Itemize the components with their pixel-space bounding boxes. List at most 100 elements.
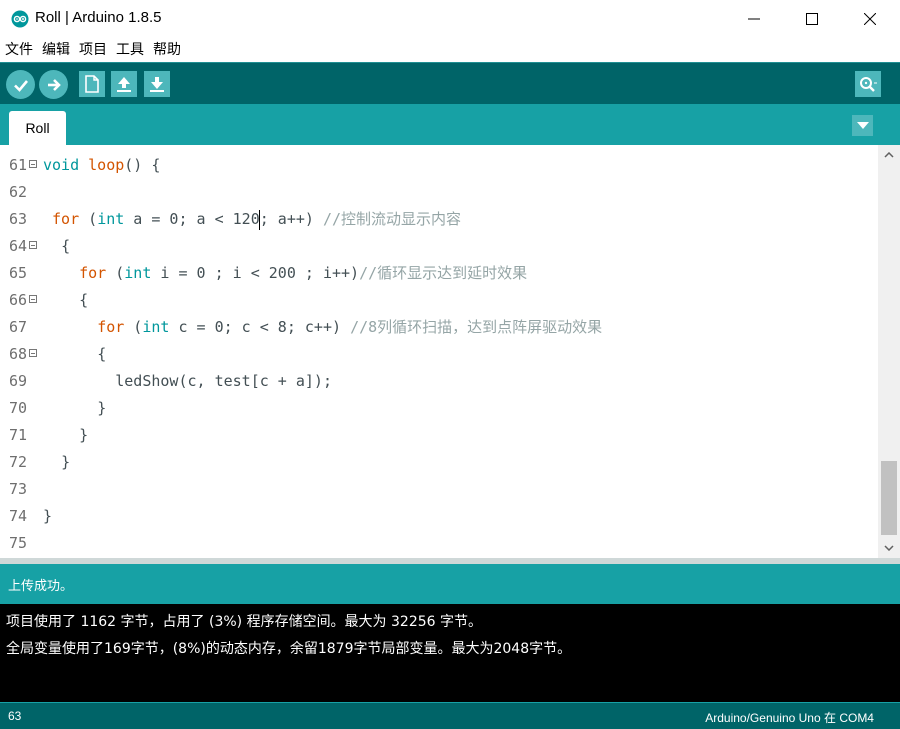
line-number: 61 (9, 156, 28, 174)
new-sketch-button[interactable] (79, 71, 105, 97)
scroll-down-button[interactable] (878, 538, 900, 558)
chevron-down-icon (856, 121, 869, 129)
type-token: int (142, 318, 170, 336)
minimize-button[interactable] (725, 0, 783, 38)
line-number: 62 (9, 183, 28, 201)
open-sketch-button[interactable] (111, 71, 137, 97)
line-number: 75 (9, 534, 28, 552)
code-line[interactable]: 70 } (0, 395, 878, 422)
tab-menu-button[interactable] (852, 115, 873, 136)
console-line: 全局变量使用了169字节，(8%)的动态内存，余留1879字节局部变量。最大为2… (6, 641, 572, 657)
code-text: void loop() { (43, 156, 161, 174)
keyword-token: loop (88, 156, 125, 174)
menu-sketch[interactable]: 项目 (74, 38, 111, 62)
comment-token: //8列循环扫描，达到点阵屏驱动效果 (350, 318, 603, 336)
code-line[interactable]: 74} (0, 503, 878, 530)
close-icon (864, 13, 876, 25)
comment-token: //控制流动显示内容 (322, 210, 462, 228)
line-number: 72 (9, 453, 28, 471)
code-editor[interactable]: 61 void loop() { 62 63 for (int a = 0; a < … (0, 145, 878, 558)
keyword-token: for (52, 210, 80, 228)
toolbar (0, 62, 900, 104)
line-number: 74 (9, 507, 28, 525)
maximize-button[interactable] (783, 0, 841, 38)
chevron-up-icon (884, 152, 894, 158)
arduino-logo-icon (11, 10, 29, 28)
type-token: int (97, 210, 125, 228)
line-number: 65 (9, 264, 28, 282)
menu-help[interactable]: 帮助 (148, 38, 185, 62)
footer-bar: 63 Arduino/Genuino Uno 在 COM4 (0, 703, 900, 729)
code-line[interactable]: 61 void loop() { (0, 152, 878, 179)
code-line[interactable]: 64 { (0, 233, 878, 260)
new-icon (85, 75, 99, 93)
code-text: { (97, 345, 107, 363)
save-sketch-button[interactable] (144, 71, 170, 97)
status-message: 上传成功。 (8, 579, 74, 594)
code-line[interactable]: 71 } (0, 422, 878, 449)
board-port-info: Arduino/Genuino Uno 在 COM4 (705, 711, 874, 725)
line-number: 70 (9, 399, 28, 417)
code-line[interactable]: 67 for (int c = 0; c < 8; c++) //8列循环扫描，… (0, 314, 878, 341)
menu-bar: 文件 编辑 项目 工具 帮助 (0, 38, 900, 62)
type-token: int (124, 264, 152, 282)
type-token: void (43, 156, 80, 174)
code-text: for (int c = 0; c < 8; c++) //8列循环扫描，达到点… (97, 318, 603, 336)
window-title: Roll | Arduino 1.8.5 (35, 9, 162, 26)
verify-button[interactable] (6, 70, 35, 99)
maximize-icon (806, 13, 818, 25)
code-line[interactable]: 75 (0, 530, 878, 557)
code-text: for (int a = 0; a < 120; a++) //控制流动显示内容 (52, 209, 462, 230)
code-line[interactable]: 68 { (0, 341, 878, 368)
fold-toggle-icon[interactable] (29, 295, 37, 303)
upload-icon (47, 78, 61, 91)
scroll-up-button[interactable] (878, 145, 900, 165)
console-output[interactable]: 项目使用了 1162 字节，占用了 (3%) 程序存储空间。最大为 32256 … (0, 604, 900, 703)
comment-token: //循环显示达到延时效果 (359, 264, 528, 282)
serial-monitor-icon (860, 77, 877, 92)
save-icon (150, 77, 164, 92)
code-text: } (79, 426, 89, 444)
tab-bar: Roll (0, 104, 900, 145)
code-line[interactable]: 73 (0, 476, 878, 503)
menu-edit[interactable]: 编辑 (37, 38, 74, 62)
code-line[interactable]: 72 } (0, 449, 878, 476)
code-line[interactable]: 66 { (0, 287, 878, 314)
keyword-token: for (79, 264, 107, 282)
code-line[interactable]: 65 for (int i = 0 ; i < 200 ; i++)//循环显示… (0, 260, 878, 287)
line-number: 68 (9, 345, 28, 363)
status-bar: 上传成功。 (0, 564, 900, 604)
text-caret (259, 209, 261, 230)
code-text: { (61, 237, 71, 255)
line-number: 66 (9, 291, 28, 309)
code-text: } (43, 507, 53, 525)
line-number: 69 (9, 372, 28, 390)
upload-button[interactable] (39, 70, 68, 99)
code-line[interactable]: 62 (0, 179, 878, 206)
verify-icon (13, 79, 28, 92)
menu-file[interactable]: 文件 (0, 38, 37, 62)
code-text: } (97, 399, 107, 417)
line-number: 71 (9, 426, 28, 444)
line-number: 67 (9, 318, 28, 336)
code-line[interactable]: 69 ledShow(c, test[c + a]); (0, 368, 878, 395)
fold-toggle-icon[interactable] (29, 349, 37, 357)
code-text: { (79, 291, 89, 309)
editor-scrollbar[interactable] (878, 145, 900, 558)
line-number: 73 (9, 480, 28, 498)
tab-roll[interactable]: Roll (9, 111, 66, 145)
chevron-down-icon (884, 545, 894, 551)
fold-toggle-icon[interactable] (29, 241, 37, 249)
keyword-token: for (97, 318, 125, 336)
code-line[interactable]: 63 for (int a = 0; a < 120; a++) //控制流动显… (0, 206, 878, 233)
title-bar: Roll | Arduino 1.8.5 (0, 0, 900, 38)
scroll-thumb[interactable] (881, 461, 897, 535)
code-text: ledShow(c, test[c + a]); (115, 372, 332, 390)
line-number: 63 (9, 210, 28, 228)
close-button[interactable] (841, 0, 899, 38)
console-line: 项目使用了 1162 字节，占用了 (3%) 程序存储空间。最大为 32256 … (6, 614, 482, 630)
menu-tools[interactable]: 工具 (111, 38, 148, 62)
fold-toggle-icon[interactable] (29, 160, 37, 168)
code-text: for (int i = 0 ; i < 200 ; i++)//循环显示达到延… (79, 264, 528, 282)
serial-monitor-button[interactable] (855, 71, 881, 97)
